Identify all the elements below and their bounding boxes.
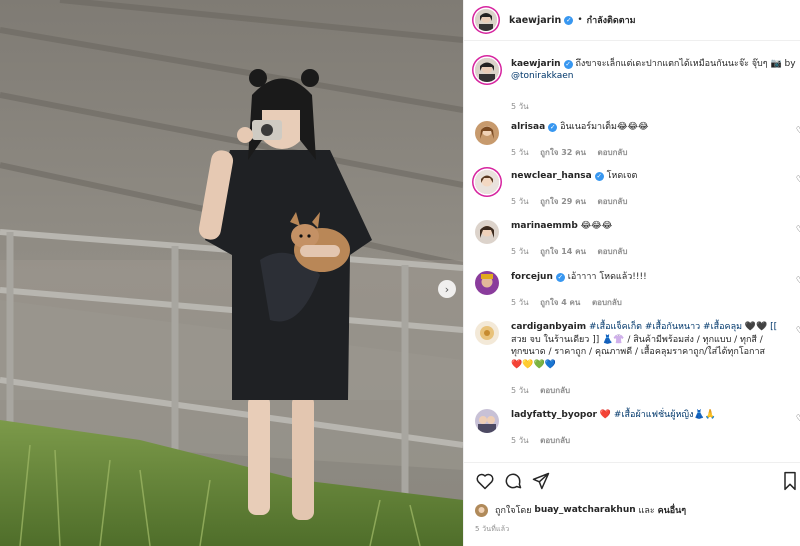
heart-emoji-icon: ❤️ <box>511 359 523 370</box>
chevron-right-icon: › <box>444 282 450 296</box>
post-age[interactable]: 5 วันที่แล้ว <box>475 524 509 535</box>
comment-text: ทุกขนาด / ราคาถูก / คุณภาพดี / เสื้อคลุม… <box>511 347 766 357</box>
comment-meta: 5 วัน ถูกใจ 14 คน ตอบกลับ <box>511 245 636 258</box>
commenter-avatar[interactable] <box>475 271 499 295</box>
liked-by-prefix: ถูกใจโดย <box>495 506 532 516</box>
comment-item: alrisaa ✓ อินเนอร์มาเต็ม😂😂😂 ♡ 5 วัน ถูกใจ… <box>475 121 800 157</box>
comment-text: โหดเจต <box>606 171 638 181</box>
commenter-avatar[interactable] <box>475 220 499 244</box>
comment-likes[interactable]: ถูกใจ 32 คน <box>540 148 586 157</box>
caption-time[interactable]: 5 วัน <box>511 102 529 111</box>
author-avatar[interactable] <box>475 58 499 82</box>
caption-text: ถึงขาจะเล็กแต่เดะปากแตกได้เหมือนกันนะจ๊ะ… <box>575 59 796 69</box>
reply-button[interactable]: ตอบกลับ <box>598 148 628 157</box>
post-image <box>0 0 463 546</box>
author-avatar[interactable] <box>475 9 497 31</box>
comment-text: อินเนอร์มาเต็ม <box>560 122 617 132</box>
comment-meta: 5 วัน ตอบกลับ <box>511 384 579 397</box>
comment-item: ladyfatty_byopor ❤️ #เสื้อผ้าแฟชั่นผู้หญ… <box>475 409 800 445</box>
verified-badge-icon: ✓ <box>555 273 565 282</box>
comment-like-heart-icon[interactable]: ♡ <box>796 126 800 136</box>
comment-text: เอ้าาาา โหดแล้ว!!!! <box>567 272 647 282</box>
laughing-emoji-icon: 😂 <box>638 122 649 132</box>
comment-item: forcejun ✓ เอ้าาาา โหดแล้ว!!!! ♡ 5 วัน ถู… <box>475 271 800 307</box>
comment-time[interactable]: 5 วัน <box>511 247 529 256</box>
liked-by-user[interactable]: buay_watcharakhun <box>534 505 635 515</box>
laughing-emoji-icon: 😂 <box>580 221 592 231</box>
comment-username[interactable]: alrisaa <box>511 122 545 132</box>
paper-plane-icon[interactable] <box>531 471 551 491</box>
header-separator: • <box>577 15 583 25</box>
comment-like-heart-icon[interactable]: ♡ <box>796 326 800 336</box>
comment-text: สวย จบ ในร้านเดียว ]] 👗👚 / สินค้ามีพร้อม… <box>511 334 763 345</box>
caption-username[interactable]: kaewjarin <box>511 59 561 69</box>
post-header: kaewjarin ✓ • กำลังติดตาม <box>464 0 800 41</box>
comment-username[interactable]: newclear_hansa <box>511 171 592 181</box>
comment-likes[interactable]: ถูกใจ 29 คน <box>540 197 586 206</box>
reply-button[interactable]: ตอบกลับ <box>592 298 622 307</box>
liker-avatar[interactable] <box>475 503 488 517</box>
following-button[interactable]: กำลังติดตาม <box>587 13 636 27</box>
bookmark-icon[interactable] <box>782 471 798 491</box>
comment-like-heart-icon[interactable]: ♡ <box>796 225 800 235</box>
comment-time[interactable]: 5 วัน <box>511 148 529 157</box>
comment-time[interactable]: 5 วัน <box>511 436 529 445</box>
comment-like-heart-icon[interactable]: ♡ <box>796 175 800 185</box>
comment-meta: 5 วัน ตอบกลับ <box>511 434 579 447</box>
comment-item: cardiganbyaim #เสื้อแจ็คเก็ต #เสื้อกันหน… <box>475 321 800 397</box>
commenter-avatar[interactable] <box>475 121 499 145</box>
post-actions: ถูกใจโดย buay_watcharakhun และ คนอื่นๆ 5… <box>464 462 800 546</box>
comment-meta: 5 วัน ถูกใจ 32 คน ตอบกลับ <box>511 146 636 159</box>
commenter-avatar[interactable] <box>475 409 499 433</box>
commenter-avatar[interactable] <box>475 170 499 194</box>
comment-text[interactable]: ❤️ #เสื้อผ้าแฟชั่นผู้หญิง👗🙏 <box>600 410 716 420</box>
comment-like-heart-icon[interactable]: ♡ <box>796 414 800 424</box>
reply-button[interactable]: ตอบกลับ <box>598 247 628 256</box>
heart-outline-icon[interactable] <box>475 471 495 491</box>
liked-by-and: และ <box>638 506 655 516</box>
comment-likes[interactable]: ถูกใจ 4 คน <box>540 298 580 307</box>
comment-item: marinaemmb 😂😂😂 ♡ 5 วัน ถูกใจ 14 คน ตอบกล… <box>475 220 800 256</box>
laughing-emoji-icon: 😂 <box>627 122 638 132</box>
comment-username[interactable]: ladyfatty_byopor <box>511 410 597 420</box>
liked-by-summary: ถูกใจโดย buay_watcharakhun และ คนอื่นๆ <box>475 503 686 517</box>
verified-badge-icon: ✓ <box>594 172 604 181</box>
post-side-panel: kaewjarin ✓ • กำลังติดตาม kaewjarin ✓ ถึง… <box>463 0 800 546</box>
post-caption: kaewjarin ✓ ถึงขาจะเล็กแต่เดะปากแตกได้เหม… <box>475 58 800 111</box>
comment-like-heart-icon[interactable]: ♡ <box>796 276 800 286</box>
caption-meta: 5 วัน <box>511 100 538 113</box>
comment-time[interactable]: 5 วัน <box>511 197 529 206</box>
reply-button[interactable]: ตอบกลับ <box>540 386 570 395</box>
heart-emoji-icon: 💙 <box>544 359 556 370</box>
laughing-emoji-icon: 😂 <box>616 122 628 132</box>
liked-by-others[interactable]: คนอื่นๆ <box>658 503 687 517</box>
laughing-emoji-icon: 😂 <box>601 221 613 231</box>
caption-mention[interactable]: @tonirakkaen <box>511 71 573 81</box>
heart-emoji-icon: 💚 <box>533 359 545 370</box>
comment-time[interactable]: 5 วัน <box>511 298 529 307</box>
comment-time[interactable]: 5 วัน <box>511 386 529 395</box>
laughing-emoji-icon: 😂 <box>591 221 602 231</box>
reply-button[interactable]: ตอบกลับ <box>598 197 628 206</box>
comment-username[interactable]: marinaemmb <box>511 221 578 231</box>
heart-emoji-icon: 💛 <box>522 359 534 370</box>
comment-bubble-icon[interactable] <box>503 471 523 491</box>
verified-badge-icon: ✓ <box>563 60 573 69</box>
reply-button[interactable]: ตอบกลับ <box>540 436 570 445</box>
comment-username[interactable]: cardiganbyaim <box>511 322 586 332</box>
comment-meta: 5 วัน ถูกใจ 4 คน ตอบกลับ <box>511 296 631 309</box>
verified-badge-icon: ✓ <box>564 15 574 25</box>
post-photo[interactable]: › <box>0 0 463 546</box>
comment-hashtags[interactable]: #เสื้อแจ็คเก็ต #เสื้อกันหนาว #เสื้อคลุม … <box>589 322 777 332</box>
next-image-button[interactable]: › <box>438 280 456 298</box>
author-username[interactable]: kaewjarin <box>509 15 561 26</box>
comment-meta: 5 วัน ถูกใจ 29 คน ตอบกลับ <box>511 195 636 208</box>
comment-username[interactable]: forcejun <box>511 272 553 282</box>
comment-likes[interactable]: ถูกใจ 14 คน <box>540 247 586 256</box>
comment-item: newclear_hansa ✓ โหดเจต ♡ 5 วัน ถูกใจ 29 … <box>475 170 800 206</box>
commenter-avatar[interactable] <box>475 321 499 345</box>
verified-badge-icon: ✓ <box>548 123 558 132</box>
